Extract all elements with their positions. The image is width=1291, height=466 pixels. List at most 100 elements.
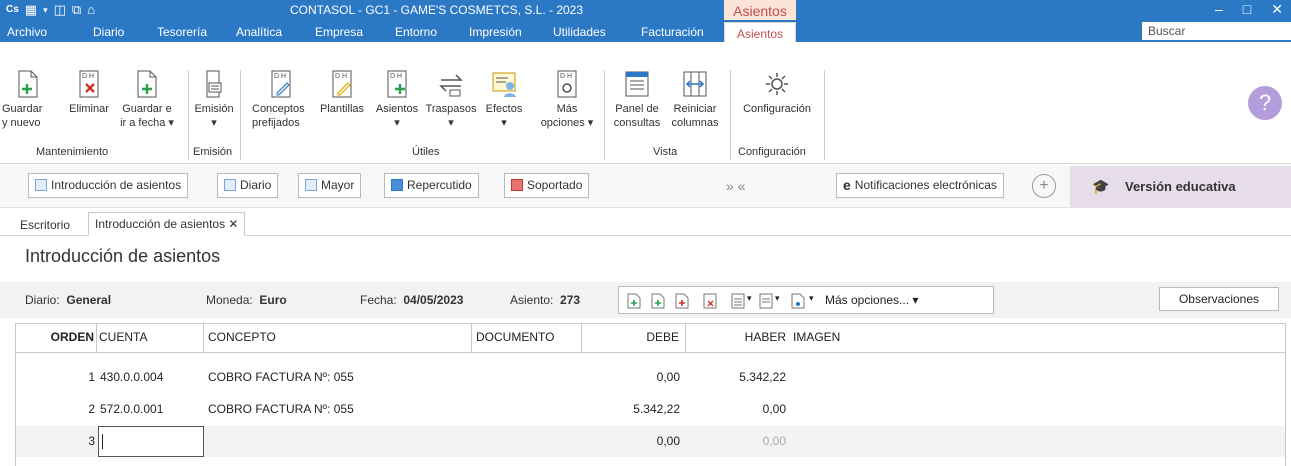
btn-notificaciones-label: Notificaciones electrónicas (854, 178, 997, 192)
cell-concepto[interactable]: COBRO FACTURA Nº: 055 (208, 362, 476, 392)
close-button[interactable]: ✕ (1271, 1, 1283, 18)
cell-documento[interactable] (472, 426, 582, 457)
tab-escritorio[interactable]: Escritorio (14, 214, 76, 236)
emission-button[interactable]: Emisión ▾ (192, 70, 236, 130)
cuenta-edit-input[interactable] (98, 426, 204, 457)
reset-columns-button[interactable]: Reiniciar columnas (666, 70, 724, 130)
btn-introduccion-asientos[interactable]: Introducción de asientos (28, 173, 189, 198)
save-new-button[interactable]: Guardar y nuevo (2, 70, 54, 130)
calculator-icon[interactable]: ▦ (25, 2, 37, 18)
cell-debe[interactable]: 0,00 (582, 362, 686, 392)
save-goto-label-1: Guardar e (122, 103, 172, 115)
help-button[interactable]: ? (1248, 86, 1282, 120)
effects-button[interactable]: Efectos ▾ (482, 70, 526, 130)
menu-utilidades[interactable]: Utilidades (553, 25, 606, 39)
btn-notificaciones[interactable]: e Notificaciones electrónicas (836, 173, 1004, 198)
col-imagen[interactable]: IMAGEN (791, 324, 1285, 352)
query-panel-button[interactable]: Panel de consultas (610, 70, 664, 130)
moneda-value: Euro (259, 293, 287, 307)
table-row-active[interactable]: 3 0,00 0,00 (16, 426, 1285, 457)
nav-arrows[interactable]: » « (726, 178, 745, 194)
observaciones-button[interactable]: Observaciones (1159, 287, 1279, 311)
delete-line-icon[interactable] (703, 293, 717, 309)
tab-introduccion-asientos[interactable]: Introducción de asientos ✕ (88, 212, 246, 236)
cell-orden[interactable]: 2 (16, 394, 97, 424)
templates-icon: D H (332, 70, 352, 98)
transfer-icon (439, 74, 463, 97)
menu-asientos[interactable]: Asientos (724, 22, 796, 42)
menu-entorno[interactable]: Entorno (395, 25, 437, 39)
btn-diario-label: Diario (240, 178, 272, 192)
table-row[interactable]: 2 572.0.0.001 COBRO FACTURA Nº: 055 5.34… (16, 394, 1285, 424)
predefined-concepts-button[interactable]: D H Conceptos prefijados (252, 70, 310, 130)
transfers-button[interactable]: Traspasos ▾ (424, 70, 478, 130)
window-controls: – □ ✕ (1215, 1, 1283, 18)
maximize-button[interactable]: □ (1243, 1, 1251, 18)
cell-cuenta[interactable]: 572.0.0.001 (100, 394, 207, 424)
chevron-down-icon[interactable]: ▾ (775, 293, 780, 304)
menu-diario[interactable]: Diario (93, 25, 124, 39)
chevron-down-icon[interactable]: ▾ (809, 293, 814, 304)
cell-concepto[interactable] (208, 426, 476, 457)
chevron-down-icon[interactable]: ▾ (747, 293, 752, 304)
btn-soportado[interactable]: Soportado (504, 173, 590, 198)
menu-archivo[interactable]: Archivo (7, 25, 47, 39)
col-orden[interactable]: ORDEN (16, 324, 97, 352)
minimize-button[interactable]: – (1215, 1, 1223, 18)
configuration-button[interactable]: Configuración (736, 70, 818, 116)
save-new-label-1: Guardar (2, 103, 43, 115)
col-cuenta[interactable]: CUENTA (97, 324, 204, 352)
cell-cuenta[interactable]: 430.0.0.004 (100, 362, 207, 392)
menu-facturacion[interactable]: Facturación (641, 25, 704, 39)
table-row[interactable]: 1 430.0.0.004 COBRO FACTURA Nº: 055 0,00… (16, 362, 1285, 392)
col-debe[interactable]: DEBE (582, 324, 686, 352)
dropdown-icon[interactable]: ▾ (43, 2, 48, 18)
insert-line-icon[interactable] (627, 293, 641, 309)
cell-documento[interactable] (472, 362, 582, 392)
search-input[interactable]: Buscar (1142, 22, 1291, 40)
cell-haber[interactable]: 0,00 (686, 426, 790, 457)
insert-line-red-icon[interactable] (675, 293, 689, 309)
more-options-dropdown[interactable]: Más opciones... ▾ (825, 293, 918, 307)
cell-concepto[interactable]: COBRO FACTURA Nº: 055 (208, 394, 476, 424)
fecha-label: Fecha: (360, 293, 397, 307)
menu-impresion[interactable]: Impresión (469, 25, 522, 39)
emission-label-2: ▾ (211, 117, 217, 129)
lock-icon[interactable]: ⌂ (87, 2, 95, 18)
cell-orden[interactable]: 3 (16, 426, 95, 457)
transfers-label-1: Traspasos (425, 103, 477, 115)
save-new-label-2: y nuevo (2, 117, 41, 129)
col-haber[interactable]: HABER (686, 324, 790, 352)
menu-empresa[interactable]: Empresa (315, 25, 363, 39)
cell-debe[interactable]: 5.342,22 (582, 394, 686, 424)
fecha-field: Fecha: 04/05/2023 (360, 293, 463, 307)
delete-button[interactable]: D H Eliminar (66, 70, 112, 116)
cell-haber[interactable]: 0,00 (686, 394, 790, 424)
copy-line-icon[interactable] (731, 293, 745, 309)
paste-line-icon[interactable] (759, 293, 773, 309)
cell-haber[interactable]: 5.342,22 (686, 362, 790, 392)
menu-analitica[interactable]: Analítica (236, 25, 282, 39)
attach-document-icon[interactable] (791, 293, 805, 309)
save-goto-date-button[interactable]: Guardar e ir a fecha ▾ (118, 70, 176, 130)
menu-tesoreria[interactable]: Tesorería (157, 25, 207, 39)
cell-documento[interactable] (472, 394, 582, 424)
more-options-button[interactable]: D H Más opciones ▾ (538, 70, 596, 130)
btn-diario[interactable]: Diario (217, 173, 279, 198)
export-icon[interactable]: ⧉ (72, 2, 81, 18)
add-line-icon[interactable] (651, 293, 665, 309)
cell-orden[interactable]: 1 (16, 362, 97, 392)
calendar-icon[interactable]: ◫ (54, 2, 66, 18)
add-shortcut-button[interactable]: + (1032, 174, 1056, 198)
col-documento[interactable]: DOCUMENTO (472, 324, 582, 352)
query-panel-icon (625, 71, 649, 97)
col-concepto[interactable]: CONCEPTO (204, 324, 472, 352)
templates-button[interactable]: D H Plantillas (316, 70, 368, 116)
entries-icon: D H (387, 70, 407, 98)
cell-debe[interactable]: 0,00 (582, 426, 686, 457)
group-configuracion: Configuración (738, 146, 806, 158)
save-goto-label-2: ir a fecha ▾ (120, 117, 174, 129)
btn-mayor[interactable]: Mayor (298, 173, 362, 198)
btn-repercutido[interactable]: Repercutido (384, 173, 479, 198)
entries-button[interactable]: D H Asientos ▾ (372, 70, 422, 130)
